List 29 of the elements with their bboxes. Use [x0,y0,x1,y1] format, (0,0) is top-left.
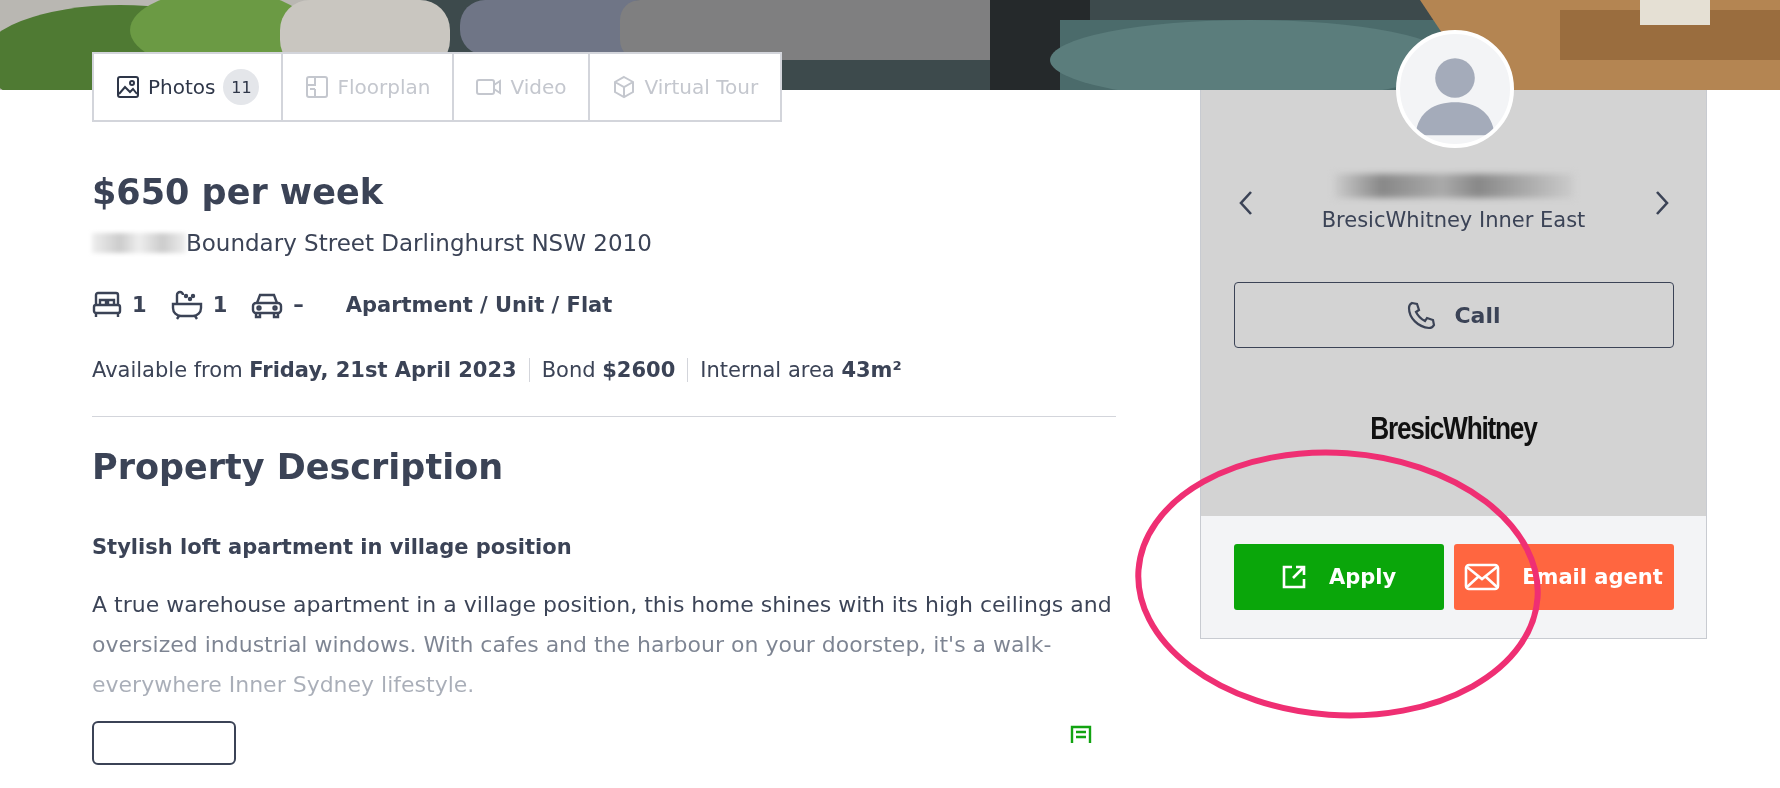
address: Boundary Street Darlinghurst NSW 2010 [186,230,652,256]
bathtub-icon [170,290,203,320]
section-heading: Property Description [92,447,505,487]
listing-fact: Internal area 43m² [687,358,914,382]
envelope-icon [1464,563,1501,591]
email-agent-button[interactable]: Email agent [1453,544,1674,610]
feature-count: 1 [212,293,228,317]
cube-icon [612,75,637,99]
listing-fact: Available from Friday, 21st April 2023 [92,358,518,382]
agency-logo: BresicWhitney [1370,410,1537,447]
price: $650 per week [92,172,385,212]
image-icon [116,75,140,99]
note-icon [1070,725,1092,743]
car-icon [251,291,284,319]
photo-count-badge: 11 [223,69,260,105]
agency-name: BresicWhitney Inner East [1321,208,1586,232]
phone-icon [1406,300,1437,330]
description-title: Stylish loft apartment in village position [92,535,573,559]
video-camera-icon [476,76,503,98]
apply-button[interactable]: Apply [1233,544,1444,610]
outline-button[interactable] [92,721,236,765]
feature-count: – [293,293,304,317]
floorplan-icon [305,75,330,99]
property-type: Apartment / Unit / Flat [345,293,613,317]
external-link-icon [1280,564,1307,590]
call-button[interactable]: Call [1233,282,1674,348]
listing-fact: Bond $2600 [528,358,688,382]
feature-count: 1 [132,293,147,317]
bed-icon [92,291,122,319]
